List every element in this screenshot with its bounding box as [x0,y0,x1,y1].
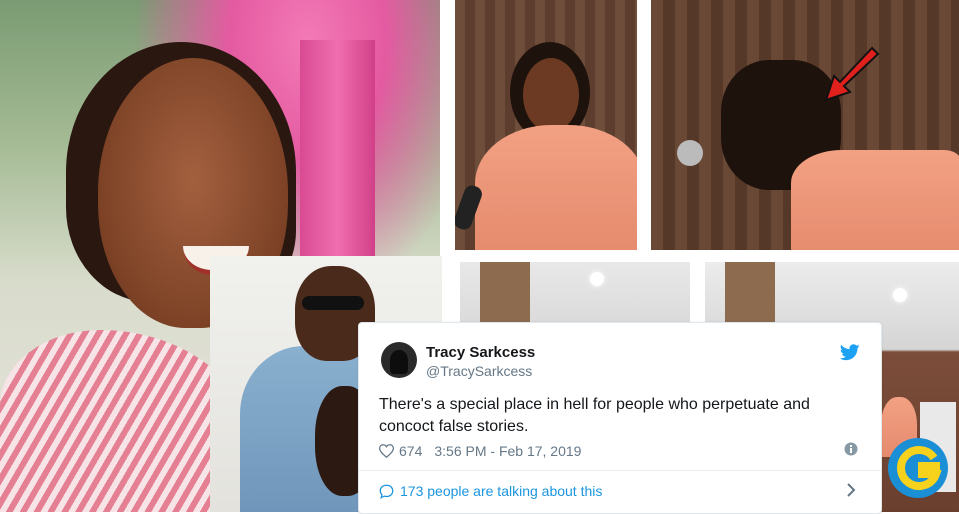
coral-blouse [791,150,959,250]
tweet-timestamp[interactable]: 3:56 PM - Feb 17, 2019 [434,443,581,459]
divider [359,470,881,471]
conversation-link[interactable]: 173 people are talking about this [379,481,859,501]
tweet-card[interactable]: Tracy Sarkcess @TracySarkcess There's a … [358,322,882,514]
red-arrow-icon [824,46,880,102]
chevron-right-icon[interactable] [846,482,856,498]
user-handle[interactable]: @TracySarkcess [426,363,532,379]
like-count: 674 [399,443,423,459]
site-logo-icon [888,438,948,498]
photo-woman-speaking [455,0,637,250]
microphone [677,140,703,166]
photo-woman-falling [651,0,959,250]
ceiling-light [893,288,907,302]
ceiling-light [590,272,604,286]
avatar[interactable] [381,342,417,378]
tweet-meta: 674 3:56 PM - Feb 17, 2019 [379,442,581,460]
face [523,58,579,132]
info-icon[interactable] [844,442,858,456]
tweet-text: There's a special place in hell for peop… [379,396,810,435]
display-name[interactable]: Tracy Sarkcess [426,344,535,361]
heart-icon[interactable] [379,444,394,458]
coral-blouse [475,125,637,250]
sunglasses [302,296,364,310]
twitter-bird-icon[interactable] [840,344,860,361]
speech-bubble-icon [379,484,394,499]
talking-count-text[interactable]: 173 people are talking about this [400,483,602,499]
